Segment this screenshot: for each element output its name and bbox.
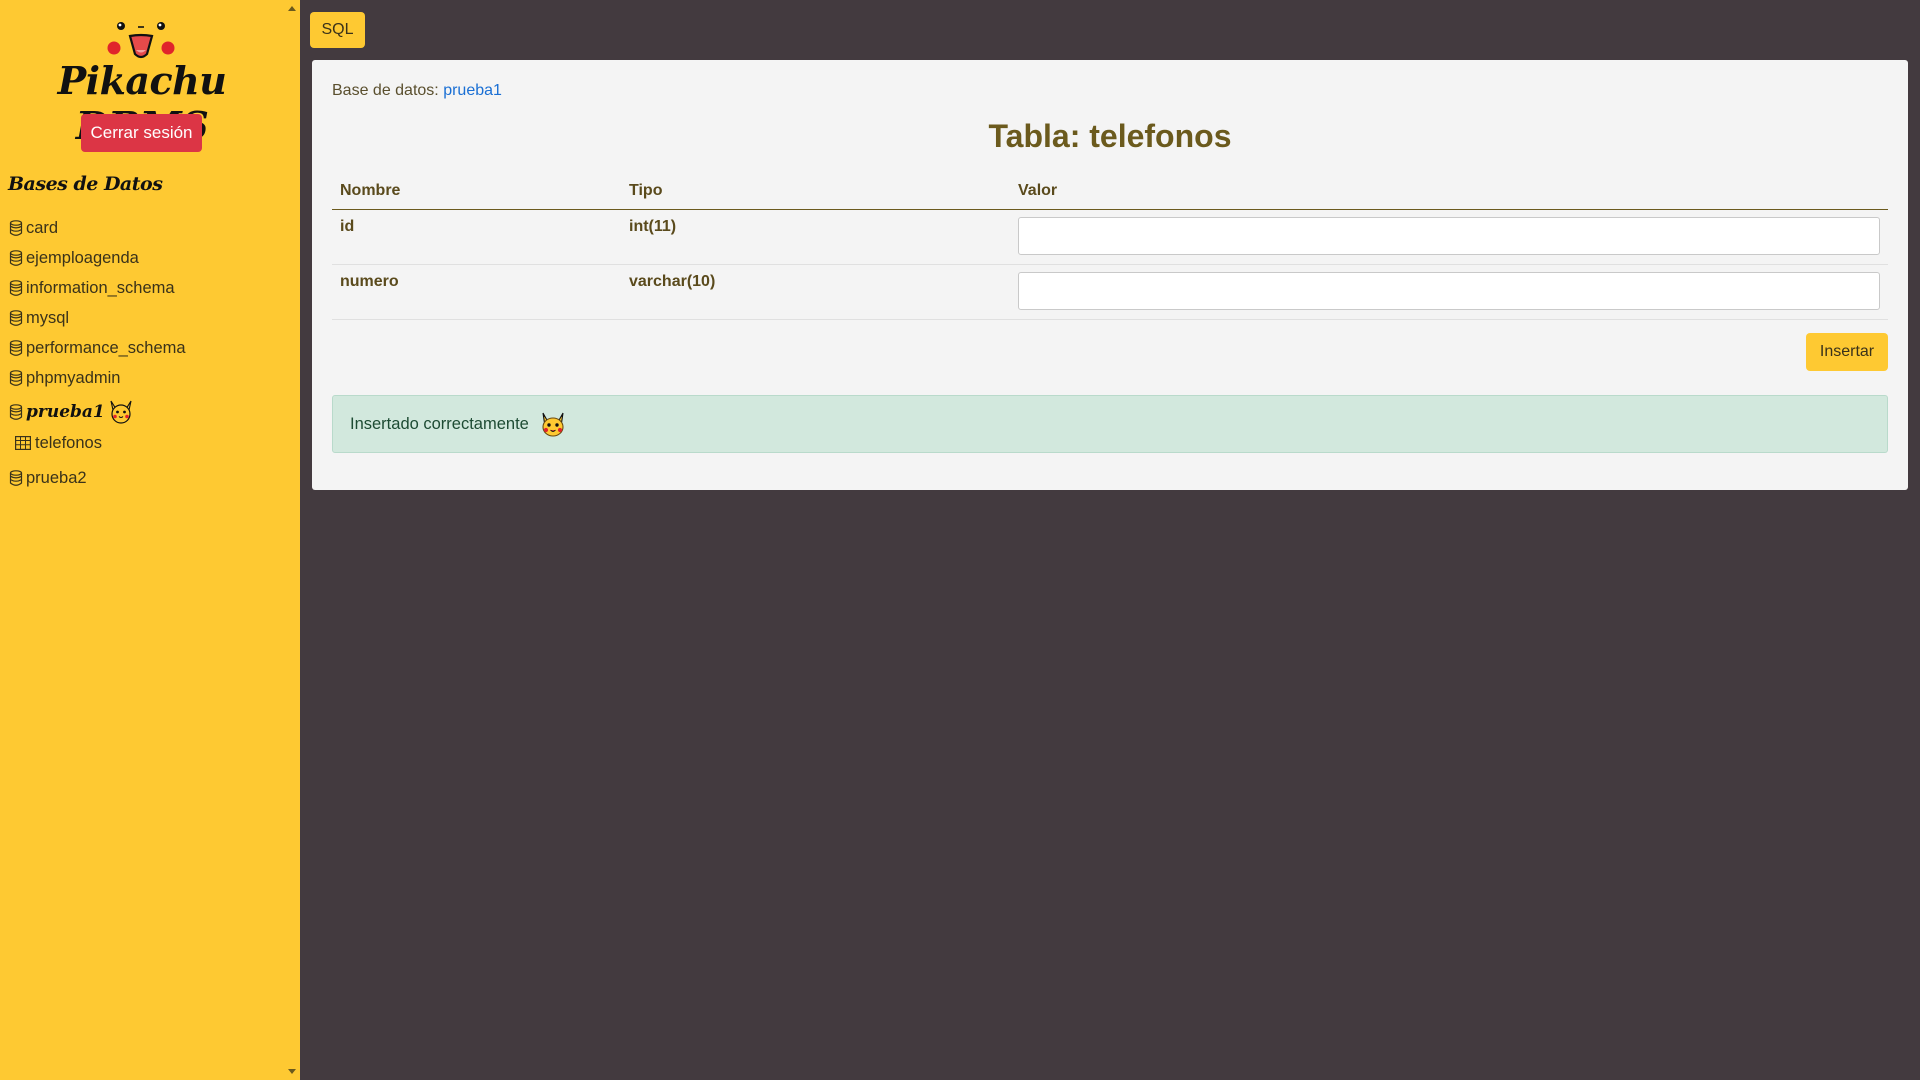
sidebar-item-label: card [26,218,59,237]
sidebar-item-prueba2[interactable]: prueba2 [9,466,87,490]
page-title: Tabla: telefonos [988,118,1232,154]
numero-value-input[interactable] [1018,272,1880,310]
sidebar-item-information-schema[interactable]: information_schema [9,276,175,300]
database-breadcrumb: Base de datos: prueba1 [332,82,502,100]
table-grid-icon [15,436,31,450]
table-row: id int(11) [332,209,1888,265]
sidebar-item-prueba1[interactable]: prueba1 [9,399,137,425]
scroll-up-arrow-icon[interactable] [288,6,296,11]
insert-button[interactable]: Insertar [1806,333,1888,371]
sidebar-table-label: telefonos [35,433,102,452]
sidebar-item-label: phpmyadmin [26,368,121,387]
table-card: Base de datos: prueba1 Tabla: telefonos … [312,60,1908,490]
sidebar-item-label: performance_schema [26,338,186,357]
database-link[interactable]: prueba1 [443,82,502,99]
sidebar-item-label: prueba1 [26,402,105,422]
sidebar-item-ejemploagenda[interactable]: ejemploagenda [9,246,139,270]
database-icon [9,370,23,386]
column-header-type: Tipo [621,172,1010,210]
field-name: id [332,209,621,265]
scroll-down-arrow-icon[interactable] [288,1069,296,1074]
pikachu-icon [110,400,132,424]
alert-message: Insertado correctamente [350,414,529,433]
sql-button[interactable]: SQL [310,12,365,48]
database-icon [9,470,23,486]
field-value-cell [1010,209,1888,265]
database-icon [9,250,23,266]
id-value-input[interactable] [1018,217,1880,255]
sidebar-table-telefonos[interactable]: telefonos [15,431,102,455]
database-icon [9,340,23,356]
database-icon [9,280,23,296]
field-type: int(11) [621,209,1010,265]
database-icon [9,310,23,326]
table-header-row: Nombre Tipo Valor [332,172,1888,210]
sidebar-item-phpmyadmin[interactable]: phpmyadmin [9,366,120,390]
table-row: numero varchar(10) [332,264,1888,320]
pikachu-face-logo-icon [107,22,175,59]
sidebar-item-performance-schema[interactable]: performance_schema [9,336,186,360]
field-type: varchar(10) [621,264,1010,320]
logout-button[interactable]: Cerrar sesión [81,114,202,152]
column-header-value: Valor [1010,172,1888,210]
pikachu-icon [542,412,564,437]
sidebar: Pikachu DBMS Cerrar sesión Bases de Dato… [0,0,300,1080]
field-name: numero [332,264,621,320]
sidebar-item-label: mysql [26,308,70,327]
database-icon [9,404,23,420]
field-value-cell [1010,264,1888,320]
fields-table: Nombre Tipo Valor id int(11) numero varc… [332,172,1888,320]
success-alert: Insertado correctamente [332,395,1888,453]
column-header-name: Nombre [332,172,621,210]
database-icon [9,220,23,236]
databases-heading: Bases de Datos [8,173,163,195]
database-label: Base de datos: [332,82,439,99]
sidebar-item-mysql[interactable]: mysql [9,306,69,330]
sidebar-item-label: information_schema [26,278,175,297]
sidebar-item-label: ejemploagenda [26,248,139,267]
sidebar-item-label: prueba2 [26,468,87,487]
sidebar-item-card[interactable]: card [9,216,58,240]
